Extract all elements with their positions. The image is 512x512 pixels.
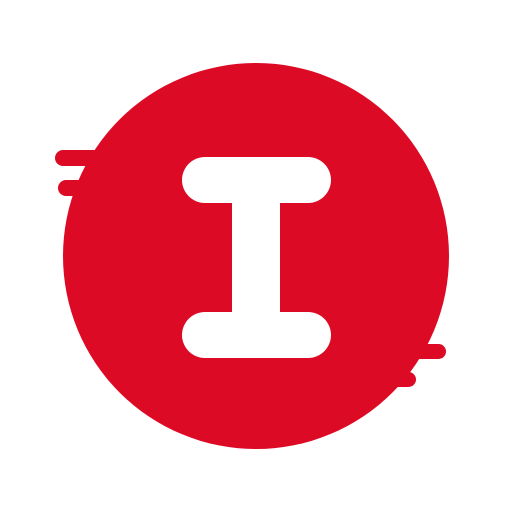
I-logo-icon (55, 63, 449, 449)
speed-line-right-top (384, 344, 446, 359)
speed-line-right-bottom (384, 372, 416, 387)
speed-line-left-bottom (58, 180, 108, 196)
app-icon-canvas (0, 0, 512, 512)
speed-line-left-top (55, 150, 123, 166)
